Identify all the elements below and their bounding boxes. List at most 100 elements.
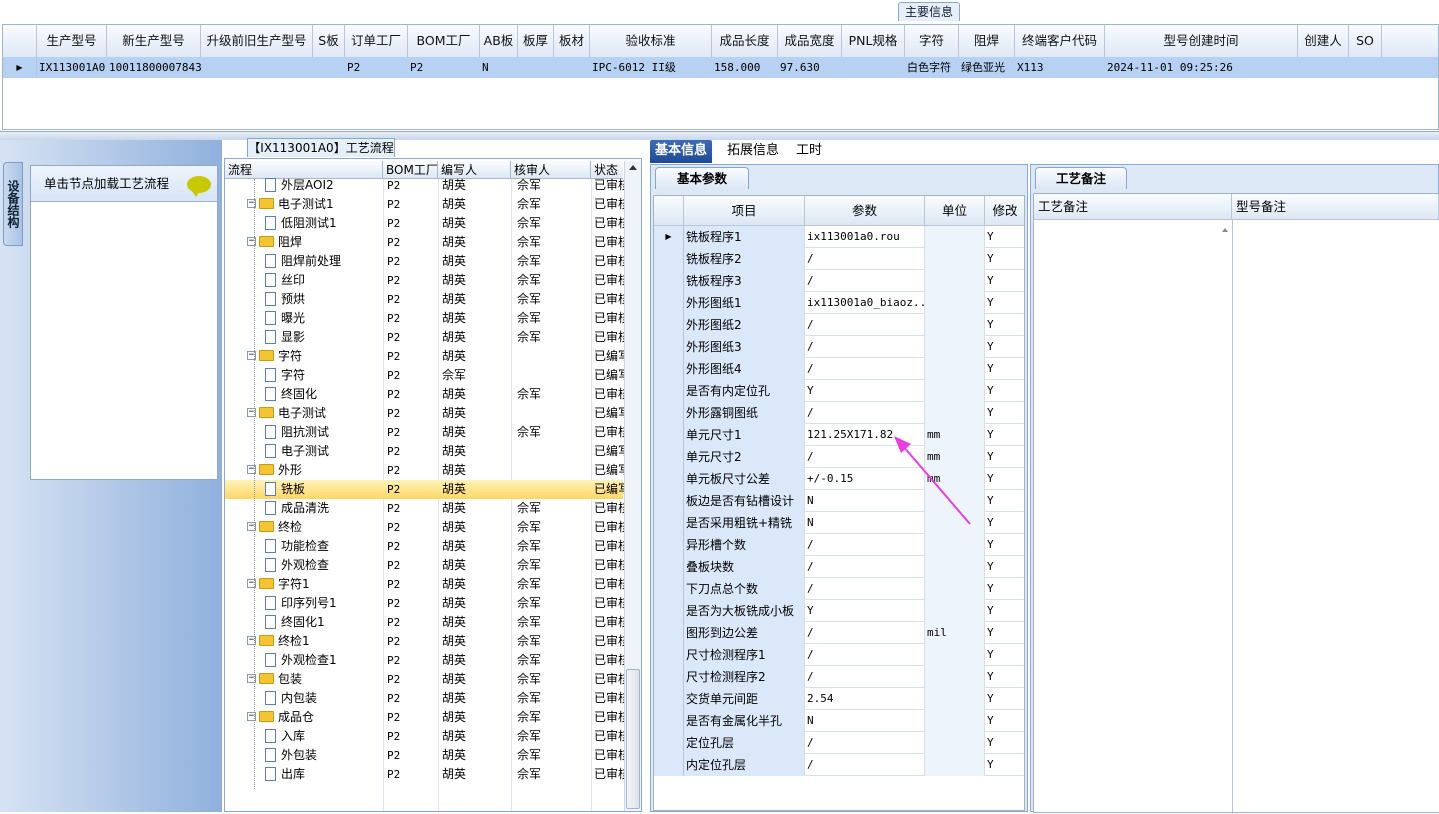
param-value[interactable]: N <box>805 710 925 732</box>
tree-node[interactable]: 印序列号1 <box>265 594 383 613</box>
row-indicator-icon[interactable]: ▶ <box>3 57 37 78</box>
param-modify[interactable]: Y <box>985 468 1024 490</box>
grid-cell[interactable]: 158.000 <box>714 57 778 78</box>
param-unit[interactable] <box>925 490 985 512</box>
param-row[interactable]: 交货单元间距 2.54 Y <box>654 688 1024 710</box>
tree-row[interactable]: 外观检查1 P2 胡英 佘军 已审核 <box>225 651 625 670</box>
column-header[interactable]: 创建人 <box>1298 25 1349 57</box>
notes-header-model[interactable]: 型号备注 <box>1232 194 1439 220</box>
tab-basic-info[interactable]: 基本信息 <box>650 140 713 163</box>
column-header[interactable]: PNL规格 <box>842 25 905 57</box>
param-unit[interactable] <box>925 556 985 578</box>
tree-row[interactable]: 阻抗测试 P2 胡英 佘军 已审核 <box>225 423 625 442</box>
tree-row[interactable]: 终固化1 P2 胡英 佘军 已审核 <box>225 613 625 632</box>
tree-row[interactable]: 内包装 P2 胡英 佘军 已审核 <box>225 689 625 708</box>
param-unit[interactable] <box>925 732 985 754</box>
column-header[interactable]: 订单工厂 <box>345 25 408 57</box>
param-row[interactable]: 叠板块数 / Y <box>654 556 1024 578</box>
params-header-cell[interactable]: 单位 <box>925 196 985 226</box>
params-header-cell[interactable]: 项目 <box>684 196 805 226</box>
param-unit[interactable] <box>925 666 985 688</box>
param-unit[interactable] <box>925 380 985 402</box>
tree-node[interactable]: − 终检 <box>247 518 383 537</box>
param-row[interactable]: 是否有内定位孔 Y Y <box>654 380 1024 402</box>
param-modify[interactable]: Y <box>985 402 1024 424</box>
param-row[interactable]: 单元板尺寸公差 +/-0.15 mm Y <box>654 468 1024 490</box>
param-row[interactable]: 下刀点总个数 / Y <box>654 578 1024 600</box>
column-header[interactable]: 型号创建时间 <box>1105 25 1298 57</box>
grid-cell[interactable]: IX113001A0 <box>39 57 107 78</box>
column-header[interactable]: 字符 <box>905 25 959 57</box>
tree-row[interactable]: 电子测试 P2 胡英 已编写 <box>225 442 625 461</box>
horizontal-splitter[interactable] <box>0 132 1439 140</box>
param-modify[interactable]: Y <box>985 534 1024 556</box>
tree-row[interactable]: 外观检查 P2 胡英 佘军 已审核 <box>225 556 625 575</box>
param-value[interactable]: ix113001a0.rou <box>805 226 925 248</box>
tree-node[interactable]: 电子测试 <box>265 442 383 461</box>
tree-node[interactable]: 阻抗测试 <box>265 423 383 442</box>
tree-node[interactable]: 字符 <box>265 366 383 385</box>
tree-node[interactable]: 曝光 <box>265 309 383 328</box>
tree-row[interactable]: −阻焊 P2 胡英 佘军 已审核 <box>225 233 625 252</box>
tree-node[interactable]: 功能检查 <box>265 537 383 556</box>
param-unit[interactable] <box>925 578 985 600</box>
param-modify[interactable]: Y <box>985 754 1024 776</box>
tree-row[interactable]: 终固化 P2 胡英 佘军 已审核 <box>225 385 625 404</box>
tree-node[interactable]: − 阻焊 <box>247 233 383 252</box>
param-modify[interactable]: Y <box>985 446 1024 468</box>
param-row[interactable]: 单元尺寸1 121.25X171.82 mm Y <box>654 424 1024 446</box>
tree-node[interactable]: 外观检查1 <box>265 651 383 670</box>
tab-work-hours[interactable]: 工时 <box>791 140 827 163</box>
param-modify[interactable]: Y <box>985 226 1024 248</box>
tree-row[interactable]: −字符1 P2 胡英 佘军 已审核 <box>225 575 625 594</box>
tree-node[interactable]: 成品清洗 <box>265 499 383 518</box>
tree-node[interactable]: 丝印 <box>265 271 383 290</box>
param-modify[interactable]: Y <box>985 358 1024 380</box>
param-row[interactable]: 尺寸检测程序1/ Y <box>654 644 1024 666</box>
param-value[interactable]: 2.54 <box>805 688 925 710</box>
tree-node[interactable]: 终固化 <box>265 385 383 404</box>
tree-node[interactable]: − 终检1 <box>247 632 383 651</box>
scroll-thumb[interactable] <box>626 669 640 809</box>
tree-node[interactable]: 内包装 <box>265 689 383 708</box>
tree-row[interactable]: 功能检查 P2 胡英 佘军 已审核 <box>225 537 625 556</box>
scroll-up-icon[interactable] <box>629 165 637 170</box>
param-unit[interactable] <box>925 512 985 534</box>
param-modify[interactable]: Y <box>985 556 1024 578</box>
params-header-cell[interactable]: 修改 <box>985 196 1024 226</box>
grid-cell[interactable]: IPC-6012 II级 <box>592 57 712 78</box>
tree-row[interactable]: 低阻测试1 P2 胡英 佘军 已审核 <box>225 214 625 233</box>
param-value[interactable]: / <box>805 578 925 600</box>
grid-cell[interactable]: 10011800007843 <box>109 57 201 78</box>
tree-row[interactable]: −外形 P2 胡英 已编写 <box>225 461 625 480</box>
tree-row[interactable]: 外包装 P2 胡英 佘军 已审核 <box>225 746 625 765</box>
param-row[interactable]: 外形露铜图纸 / Y <box>654 402 1024 424</box>
tree-node[interactable]: − 成品仓 <box>247 708 383 727</box>
tree-node[interactable]: − 包装 <box>247 670 383 689</box>
param-row[interactable]: 内定位孔层 / Y <box>654 754 1024 776</box>
grid-cell[interactable]: 绿色亚光 <box>961 57 1015 78</box>
param-unit[interactable] <box>925 754 985 776</box>
param-value[interactable]: +/-0.15 <box>805 468 925 490</box>
column-header[interactable]: 成品长度 <box>712 25 778 57</box>
column-header[interactable]: SO <box>1349 25 1382 57</box>
param-value[interactable]: / <box>805 644 925 666</box>
tree-row[interactable]: 显影 P2 胡英 佘军 已审核 <box>225 328 625 347</box>
column-header[interactable]: S板 <box>313 25 345 57</box>
param-modify[interactable]: Y <box>985 578 1024 600</box>
param-value[interactable]: / <box>805 336 925 358</box>
tree-scrollbar[interactable] <box>624 161 641 811</box>
param-modify[interactable]: Y <box>985 314 1024 336</box>
grid-cell[interactable]: P2 <box>347 57 408 78</box>
column-header[interactable]: 升级前旧生产型号 <box>201 25 313 57</box>
param-modify[interactable]: Y <box>985 512 1024 534</box>
tree-node[interactable]: − 电子测试1 <box>247 195 383 214</box>
param-unit[interactable]: mm <box>925 446 985 468</box>
column-header[interactable]: 阻焊 <box>959 25 1015 57</box>
param-modify[interactable]: Y <box>985 270 1024 292</box>
param-unit[interactable] <box>925 710 985 732</box>
grid-cell[interactable] <box>520 57 554 78</box>
grid-cell[interactable] <box>844 57 905 78</box>
param-row[interactable]: 外形图纸2/ Y <box>654 314 1024 336</box>
column-header[interactable]: 终端客户代码 <box>1015 25 1105 57</box>
